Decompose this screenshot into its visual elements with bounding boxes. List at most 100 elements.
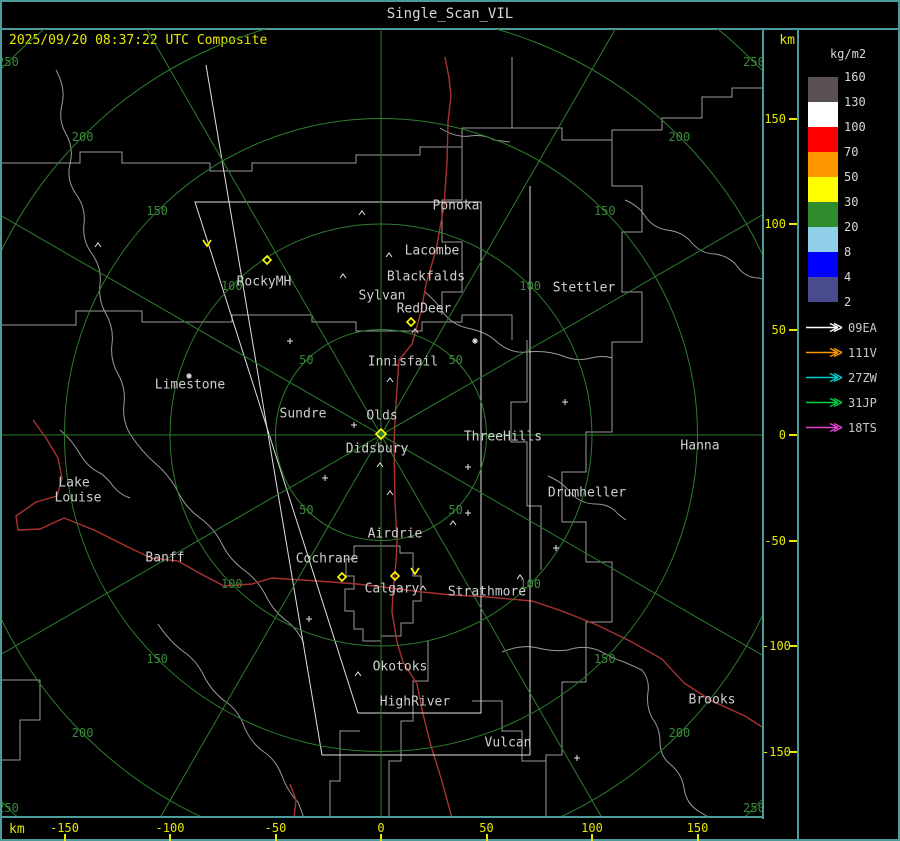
- caret-marker: [449, 520, 457, 526]
- right-axis-tick-label: -150: [762, 744, 791, 759]
- ring-label-50: 50: [448, 502, 463, 517]
- colorbar-value: 160: [844, 70, 866, 84]
- plus-marker: [562, 399, 568, 405]
- ring-label-50: 50: [299, 353, 314, 368]
- city-label-ponoka: Ponoka: [432, 198, 480, 214]
- vector-id-label: 31JP: [848, 396, 877, 410]
- city-label-threehills: ThreeHills: [463, 429, 543, 445]
- right-axis-tick: [789, 750, 797, 753]
- vector-arrow-icon: [804, 369, 844, 388]
- city-label-banff: Banff: [145, 550, 185, 566]
- bottom-axis-tick: [591, 834, 593, 841]
- colorbar-swatch: [808, 77, 838, 102]
- ring-label-200: 200: [71, 726, 94, 741]
- colorbar-swatch: [808, 152, 838, 177]
- plus-marker: [306, 616, 312, 622]
- caret-marker: [339, 273, 347, 279]
- star-marker: [472, 338, 478, 344]
- bottom-axis-tick: [696, 834, 699, 841]
- caret-marker: [386, 490, 394, 496]
- caret-marker: [354, 671, 362, 677]
- map-right-border: [762, 29, 764, 819]
- city-label-strathmore: Strathmore: [447, 584, 527, 600]
- ring-label-200: 200: [668, 129, 691, 144]
- plus-marker: [465, 510, 471, 516]
- ring-label-150: 150: [146, 651, 169, 666]
- city-label-airdrie: Airdrie: [367, 526, 423, 542]
- vector-arrow-icon: [804, 394, 844, 413]
- plus-marker: [465, 464, 471, 470]
- plus-marker: [287, 338, 293, 344]
- frame-top: [0, 0, 900, 2]
- city-label-rockymh: RockyMH: [236, 274, 292, 290]
- window-title: Single_Scan_VIL: [386, 6, 514, 22]
- city-label-hanna: Hanna: [680, 438, 720, 454]
- city-label-louise: Louise: [54, 490, 102, 506]
- colorbar-swatch: [808, 127, 838, 152]
- city-label-calgary: Calgary: [364, 581, 420, 597]
- ring-label-250: 250: [2, 800, 19, 815]
- right-axis-tick-label: -100: [762, 639, 791, 653]
- vector-arrow-icon: [804, 344, 844, 363]
- diamond-marker: [405, 316, 417, 328]
- bottom-axis-tick-label: -100: [155, 821, 185, 835]
- colorbar-unit-label: kg/m2: [829, 47, 867, 61]
- bottom-axis-tick-label: 0: [377, 821, 385, 835]
- colorbar-swatch: [808, 277, 838, 302]
- right-axis-tick: [789, 539, 797, 542]
- ring-label-50: 50: [299, 502, 314, 517]
- city-label-olds: Olds: [366, 408, 398, 424]
- colorbar-swatch: [808, 102, 838, 127]
- right-axis-tick: [789, 434, 797, 436]
- bottom-axis-tick-label: 50: [479, 821, 494, 835]
- bottom-axis-tick-label: -50: [264, 821, 287, 835]
- right-axis-tick-label: 150: [764, 111, 786, 126]
- colorbar-swatch: [808, 202, 838, 227]
- right-axis-tick: [789, 223, 797, 225]
- ring-label-150: 150: [593, 651, 616, 666]
- city-label-okotoks: Okotoks: [372, 659, 428, 675]
- ring-label-200: 200: [668, 726, 691, 741]
- plus-marker: [574, 755, 580, 761]
- diamond-marker: [336, 571, 348, 583]
- right-axis-tick: [789, 328, 797, 331]
- ring-label-250: 250: [743, 800, 762, 815]
- right-axis-tick-label: 0: [778, 428, 786, 442]
- city-label-reddeer: RedDeer: [396, 301, 452, 317]
- bottom-axis-tick: [63, 834, 66, 841]
- caret-marker: [358, 210, 366, 216]
- bottom-axis-tick-label: -150: [50, 821, 79, 835]
- city-label-didsbury: Didsbury: [345, 441, 409, 457]
- varrow-marker: [410, 567, 420, 576]
- right-axis-tick-label: -50: [764, 533, 786, 548]
- vector-id-label: 27ZW: [848, 371, 877, 385]
- city-label-stettler: Stettler: [552, 280, 616, 296]
- ring-label-250: 250: [2, 55, 19, 69]
- right-axis-unit-label: km: [779, 33, 795, 48]
- plus-marker: [322, 475, 328, 481]
- bottom-axis-unit-label: km: [9, 822, 25, 837]
- city-label-highriver: HighRiver: [379, 694, 451, 710]
- ring-label-150: 150: [593, 204, 616, 219]
- colorbar-swatch: [808, 177, 838, 202]
- bottom-axis-tick-label: 150: [686, 821, 709, 835]
- map-canvas[interactable]: 50 50 50 50 100 100 100 100 150 150 150 150 200 200 20…: [2, 29, 762, 818]
- city-label-innisfail: Innisfail: [367, 354, 439, 370]
- right-axis-tick-label: 50: [771, 322, 786, 337]
- city-label-lacombe: Lacombe: [404, 243, 460, 259]
- city-label-limestone: Limestone: [154, 377, 226, 393]
- plus-marker: [351, 422, 357, 428]
- city-label-drumheller: Drumheller: [547, 485, 627, 501]
- city-label-sundre: Sundre: [279, 406, 327, 422]
- coverage-boxes: [194, 64, 531, 756]
- city-label-brooks: Brooks: [688, 692, 736, 708]
- ring-label-100: 100: [519, 278, 542, 293]
- colorbar-value: 30: [844, 195, 859, 209]
- right-axis-tick: [789, 117, 797, 120]
- city-label-vulcan: Vulcan: [484, 735, 532, 751]
- city-label-blackfalds: Blackfalds: [386, 269, 466, 285]
- map-bottom-border: [2, 816, 764, 818]
- bottom-axis-tick: [169, 834, 171, 841]
- city-label-cochrane: Cochrane: [295, 551, 359, 567]
- caret-marker: [385, 252, 393, 258]
